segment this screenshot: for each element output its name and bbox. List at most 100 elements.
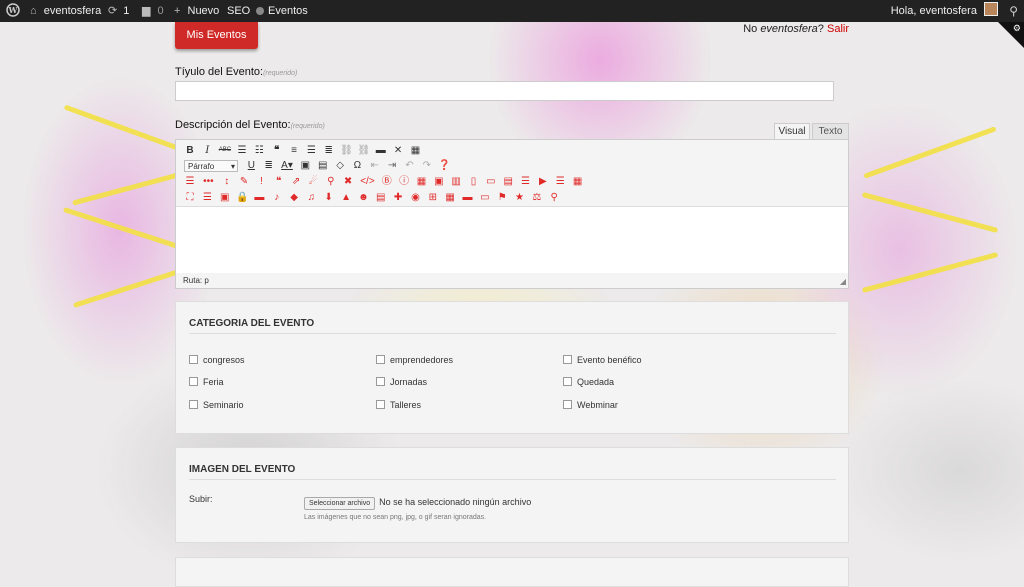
book-icon[interactable]: ▯ [468, 175, 480, 188]
special-char-icon[interactable]: Ω [351, 159, 363, 172]
align-right-icon[interactable]: ≣ [323, 144, 335, 157]
my-account-menu[interactable]: Hola, eventosfera [891, 0, 998, 22]
dots-icon[interactable]: ••• [201, 175, 215, 188]
broadcast-icon[interactable]: ☄ [307, 175, 319, 188]
frame-icon[interactable]: ▭ [479, 191, 491, 204]
align-center-icon[interactable]: ☰ [305, 144, 317, 157]
move-icon[interactable]: ✚ [392, 191, 404, 204]
eraser-icon[interactable]: ✎ [238, 175, 250, 188]
checkbox-talleres[interactable]: Talleres [376, 400, 421, 410]
stamp-icon[interactable]: ▲ [340, 191, 352, 204]
bold-box-icon[interactable]: Ⓑ [381, 175, 393, 188]
strikethrough-icon[interactable]: ABC [219, 144, 231, 157]
comment-icon[interactable]: ▬ [253, 191, 265, 204]
paste-text-icon[interactable]: ▣ [299, 159, 311, 172]
numbered-list-icon[interactable]: ☷ [253, 144, 265, 157]
share-icon[interactable]: ⇗ [290, 175, 302, 188]
bars-icon[interactable]: ☰ [554, 175, 566, 188]
checkbox-webminar[interactable]: Webminar [563, 400, 618, 410]
microphone-icon[interactable]: ♫ [305, 191, 317, 204]
blockquote-icon[interactable]: ❝ [271, 144, 283, 157]
exclamation-icon[interactable]: ! [255, 175, 267, 188]
scale-icon[interactable]: ⚖ [531, 191, 543, 204]
chat-icon[interactable]: ▭ [485, 175, 497, 188]
help-icon[interactable]: ❓ [438, 159, 450, 172]
grid-icon[interactable]: ▦ [415, 175, 427, 188]
resize-handle-icon[interactable]: ◢ [840, 277, 846, 286]
checkbox-congresos[interactable]: congresos [189, 355, 245, 365]
events-menu[interactable]: Eventos [268, 0, 308, 22]
unlink-icon[interactable]: ⛓ [357, 144, 370, 157]
globe-icon[interactable]: ◉ [409, 191, 421, 204]
bullet-list-icon[interactable]: ☰ [236, 144, 248, 157]
outdent-icon[interactable]: ⇤ [369, 159, 381, 172]
undo-icon[interactable]: ↶ [403, 159, 415, 172]
checkbox-feria[interactable]: Feria [189, 377, 224, 387]
download-icon[interactable]: ⬇ [323, 191, 335, 204]
tab-text[interactable]: Texto [812, 123, 849, 139]
checkbox-emprendedores[interactable]: emprendedores [376, 355, 453, 365]
print-icon[interactable]: ▤ [375, 191, 387, 204]
sitemap-icon[interactable]: ⊞ [427, 191, 439, 204]
lock-icon[interactable]: 🔒 [236, 191, 248, 204]
indent-icon[interactable]: ⇥ [386, 159, 398, 172]
checkbox-quedada[interactable]: Quedada [563, 377, 614, 387]
new-content-link[interactable]: + Nuevo [174, 0, 219, 22]
code-icon[interactable]: </> [359, 175, 375, 188]
cross-icon[interactable]: ✖ [342, 175, 354, 188]
fullscreen-icon[interactable]: ✕ [392, 144, 404, 157]
tab-visual[interactable]: Visual [774, 123, 810, 139]
editor-content-area[interactable] [176, 206, 848, 273]
checkbox-seminario[interactable]: Seminario [189, 400, 244, 410]
checkbox-evento-benefico[interactable]: Evento benéfico [563, 355, 642, 365]
logout-link[interactable]: Salir [827, 23, 849, 35]
align-left-icon[interactable]: ≡ [288, 144, 300, 157]
user-icon[interactable]: ☻ [357, 191, 369, 204]
settings-gear-icon[interactable]: ⚙ [1013, 23, 1021, 34]
kitchen-sink-icon[interactable]: ▦ [409, 144, 421, 157]
star-icon[interactable]: ★ [514, 191, 526, 204]
map-pin-icon[interactable]: ⚲ [325, 175, 337, 188]
format-select[interactable]: Párrafo ▾ [184, 159, 238, 172]
audio-icon[interactable]: ♪ [271, 191, 283, 204]
bold-icon[interactable]: B [184, 144, 196, 157]
notebook-icon[interactable]: ▣ [433, 175, 445, 188]
search-icon[interactable]: ⚲ [1009, 0, 1018, 22]
comments-icon[interactable]: ▬ [462, 191, 474, 204]
paste-word-icon[interactable]: ▤ [317, 159, 329, 172]
quote-icon[interactable]: ❝ [273, 175, 285, 188]
stack-icon[interactable]: ☰ [520, 175, 532, 188]
calendar-icon[interactable]: ▦ [444, 191, 456, 204]
tag-icon[interactable]: ◆ [288, 191, 300, 204]
columns-icon[interactable]: ▥ [450, 175, 462, 188]
link-icon[interactable]: ⛓ [340, 144, 353, 157]
search-icon[interactable]: ⚲ [548, 191, 560, 204]
card-icon[interactable]: ▣ [219, 191, 231, 204]
text-color-icon[interactable]: A▾ [280, 159, 294, 172]
seo-menu[interactable]: SEO [227, 0, 265, 22]
flag-icon[interactable]: ⚑ [496, 191, 508, 204]
greeting: Hola, eventosfera [890, 5, 977, 17]
more-icon[interactable]: ▬ [375, 144, 387, 157]
slider-icon[interactable]: ▤ [502, 175, 514, 188]
choose-file-button[interactable]: Seleccionar archivo [304, 497, 376, 510]
menu-icon[interactable]: ☰ [201, 191, 213, 204]
table-icon[interactable]: ▦ [572, 175, 584, 188]
info-icon[interactable]: ⓘ [398, 175, 410, 188]
wordpress-logo-icon[interactable]: W [6, 0, 20, 22]
vertical-arrows-icon[interactable]: ↕ [221, 175, 233, 188]
redo-icon[interactable]: ↷ [421, 159, 433, 172]
mis-eventos-button[interactable]: Mis Eventos [175, 22, 258, 49]
expand-icon[interactable]: ⛶ [184, 191, 196, 204]
updates-link[interactable]: ⟳ 1 [108, 0, 129, 22]
checkbox-jornadas[interactable]: Jornadas [376, 377, 427, 387]
clear-format-icon[interactable]: ◇ [334, 159, 346, 172]
underline-icon[interactable]: U [245, 159, 257, 172]
italic-icon[interactable]: I [201, 144, 213, 157]
site-name-link[interactable]: ⌂ eventosfera [30, 0, 101, 22]
list-icon[interactable]: ☰ [184, 175, 196, 188]
video-icon[interactable]: ▶ [537, 175, 549, 188]
comments-link[interactable]: ▆ 0 [142, 0, 164, 22]
justify-icon[interactable]: ≣ [263, 159, 275, 172]
event-title-input[interactable] [175, 81, 834, 101]
